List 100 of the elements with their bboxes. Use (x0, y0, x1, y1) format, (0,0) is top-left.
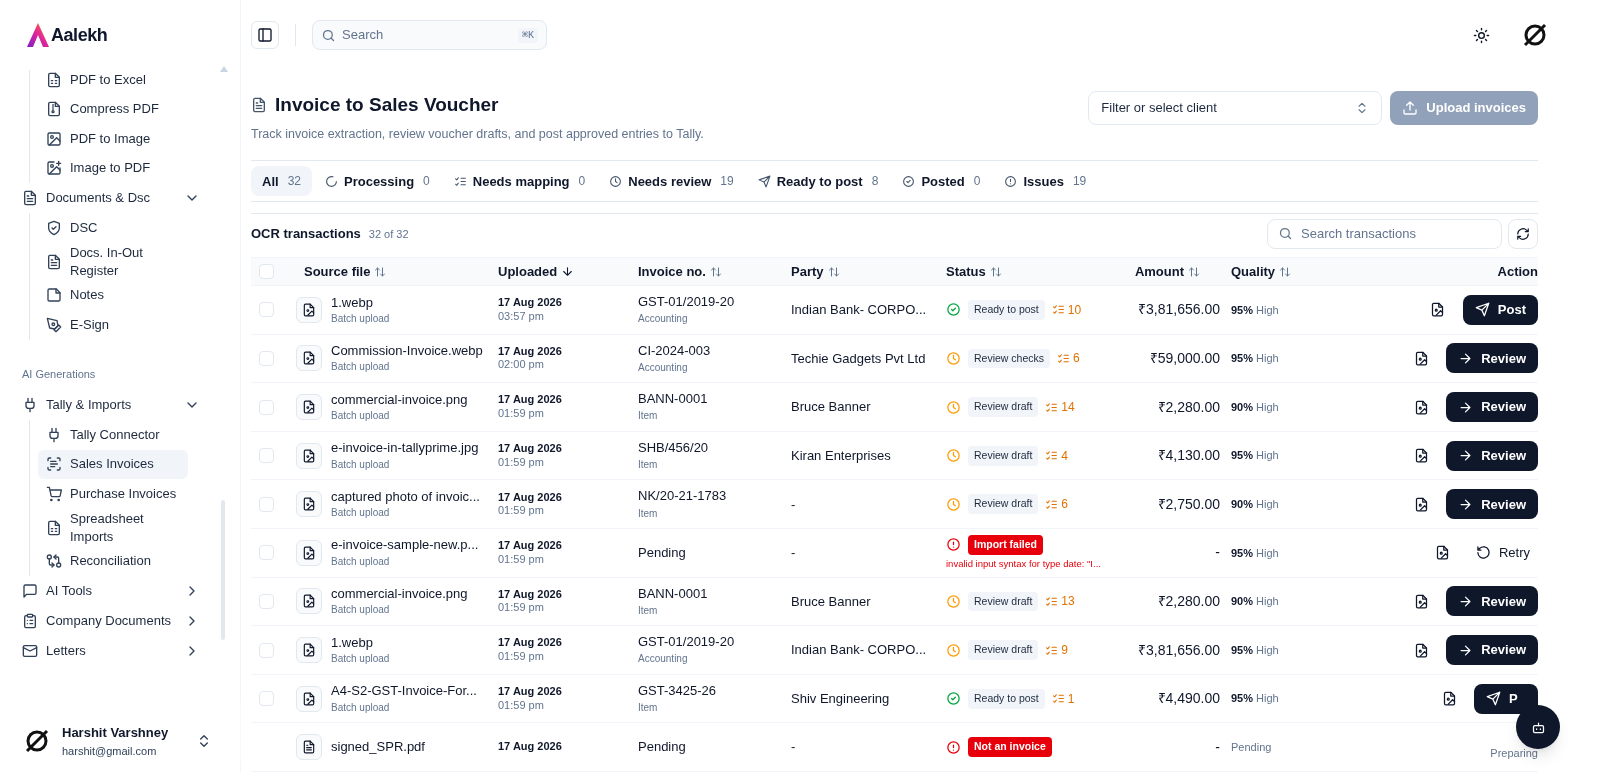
sidebar-item[interactable]: PDF to Excel (38, 70, 188, 95)
filter-tab[interactable]: Posted 0 (891, 166, 992, 197)
upload-date: 17 Aug 2026 (498, 740, 563, 755)
list-check-icon (1045, 400, 1059, 414)
party-name: Bruce Banner (791, 398, 872, 417)
invoice-number: NK/20-21-1783 (638, 488, 728, 505)
nav-group[interactable]: AI Tools (20, 576, 200, 606)
upload-time: 01:59 pm (498, 650, 545, 664)
party-name: Shiv Engineering (791, 689, 891, 708)
sidebar-item[interactable]: Image to PDF (38, 153, 188, 183)
sidebar-item[interactable]: Docs. In-Out Register (38, 242, 188, 281)
voucher-type: Item (638, 604, 659, 618)
nav-group[interactable]: Documents & Dsc (20, 183, 200, 213)
row-checkbox[interactable] (259, 691, 274, 707)
quality-score: 95% High (1230, 351, 1280, 367)
column-header[interactable]: Quality (1226, 261, 1348, 282)
image-file-icon (302, 691, 316, 706)
file-source: Batch upload (331, 604, 391, 617)
row-checkbox[interactable] (259, 302, 274, 318)
sort-descending-icon (561, 265, 575, 279)
row-checkbox[interactable] (259, 642, 274, 658)
nav-group[interactable]: Letters (20, 636, 200, 666)
review-button[interactable]: Review (1446, 586, 1538, 617)
filter-tab[interactable]: Needs mapping 0 (442, 166, 597, 197)
upload-date: 17 Aug 2026 (498, 587, 563, 602)
upload-date: 17 Aug 2026 (498, 344, 563, 359)
row-checkbox[interactable] (259, 593, 274, 609)
quality-score: 95% High (1230, 691, 1280, 707)
image-file-icon (302, 302, 316, 317)
invoice-number: Pending (638, 739, 687, 756)
column-header[interactable]: Invoice no. (638, 261, 791, 282)
arrow-right-icon (1458, 350, 1474, 366)
post-button[interactable]: P (1474, 683, 1538, 714)
voucher-type: Item (638, 459, 659, 472)
sidebar-item[interactable]: Reconciliation (38, 546, 188, 576)
amount: ₹2,280.00 (1156, 591, 1221, 611)
sidebar-item[interactable]: Spreadsheet Imports (38, 508, 188, 547)
clock-icon (946, 350, 961, 366)
select-all-checkbox[interactable] (259, 264, 274, 280)
spreadsheet-icon (46, 71, 62, 88)
review-button[interactable]: Review (1446, 392, 1538, 423)
client-select[interactable]: Filter or select client (1088, 91, 1383, 125)
column-header[interactable]: Uploaded (498, 261, 638, 282)
filter-tab[interactable]: Issues 19 (993, 166, 1098, 197)
arrow-right-icon (1458, 399, 1474, 415)
review-button[interactable]: Review (1446, 489, 1538, 520)
column-header[interactable]: Status (946, 261, 1116, 282)
review-button[interactable]: Review (1446, 440, 1538, 471)
filter-tab[interactable]: Processing 0 (314, 166, 441, 197)
check-count: 1 (1051, 689, 1075, 708)
row-checkbox[interactable] (259, 448, 274, 464)
upload-date: 17 Aug 2026 (498, 684, 563, 699)
review-button[interactable]: Review (1446, 635, 1538, 666)
sidebar-item[interactable]: Tally Connector (38, 420, 188, 450)
file-name: commercial-invoice.png (331, 391, 468, 408)
column-header[interactable]: Party (791, 261, 946, 282)
arrow-right-icon (1458, 593, 1474, 609)
filter-tab[interactable]: All 32 (251, 166, 312, 197)
rotate-icon (1475, 545, 1491, 561)
nav-group[interactable]: Tally & Imports (20, 390, 200, 420)
amount: - (1214, 737, 1221, 757)
review-button[interactable]: Review (1446, 343, 1538, 374)
sort-icon (374, 265, 387, 278)
sidebar-item[interactable]: E-Sign (38, 310, 188, 340)
sidebar-toggle-button[interactable] (251, 21, 279, 49)
sidebar-item[interactable]: PDF to Image (38, 124, 188, 154)
filter-tab[interactable]: Ready to post 8 (746, 166, 890, 197)
nav-group[interactable]: Company Documents (20, 606, 200, 636)
row-checkbox[interactable] (259, 399, 274, 415)
status-badge: Import failed (968, 534, 1043, 555)
clipboard-icon (22, 613, 38, 629)
sidebar-item[interactable]: Compress PDF (38, 94, 188, 124)
row-checkbox[interactable] (259, 545, 274, 561)
list-check-icon (1057, 351, 1071, 365)
upload-time: 01:59 pm (498, 455, 545, 470)
sidebar-item[interactable]: Notes (38, 280, 188, 310)
list-check-icon (1051, 303, 1065, 317)
sidebar-item[interactable]: Sales Invoices (38, 449, 188, 479)
image-file-icon (302, 400, 316, 415)
assistant-button[interactable] (1516, 705, 1560, 749)
row-checkbox[interactable] (259, 350, 274, 366)
sidebar-item[interactable]: DSC (38, 213, 188, 243)
sidebar-item[interactable]: Purchase Invoices (38, 479, 188, 509)
quality-score: 95% High (1230, 642, 1280, 658)
refresh-button[interactable] (1508, 218, 1538, 249)
amount: ₹2,280.00 (1156, 397, 1221, 417)
invoice-number: BANN-0001 (638, 391, 709, 408)
transactions-search-field[interactable]: Search transactions (1267, 218, 1502, 249)
zipped-file-icon (46, 101, 62, 118)
column-header[interactable]: Source file (296, 261, 498, 282)
post-button[interactable]: Post (1462, 294, 1538, 325)
search-field[interactable]: Search ⌘K (312, 20, 547, 50)
upload-time: 01:59 pm (498, 407, 545, 421)
upload-date: 17 Aug 2026 (498, 539, 563, 553)
sort-icon (1279, 265, 1292, 278)
column-header[interactable]: Amount (1116, 261, 1226, 282)
amount: - (1214, 543, 1221, 563)
filter-tab[interactable]: Needs review 19 (598, 166, 745, 197)
retry-button[interactable]: Retry (1467, 537, 1538, 568)
row-checkbox[interactable] (259, 496, 274, 512)
